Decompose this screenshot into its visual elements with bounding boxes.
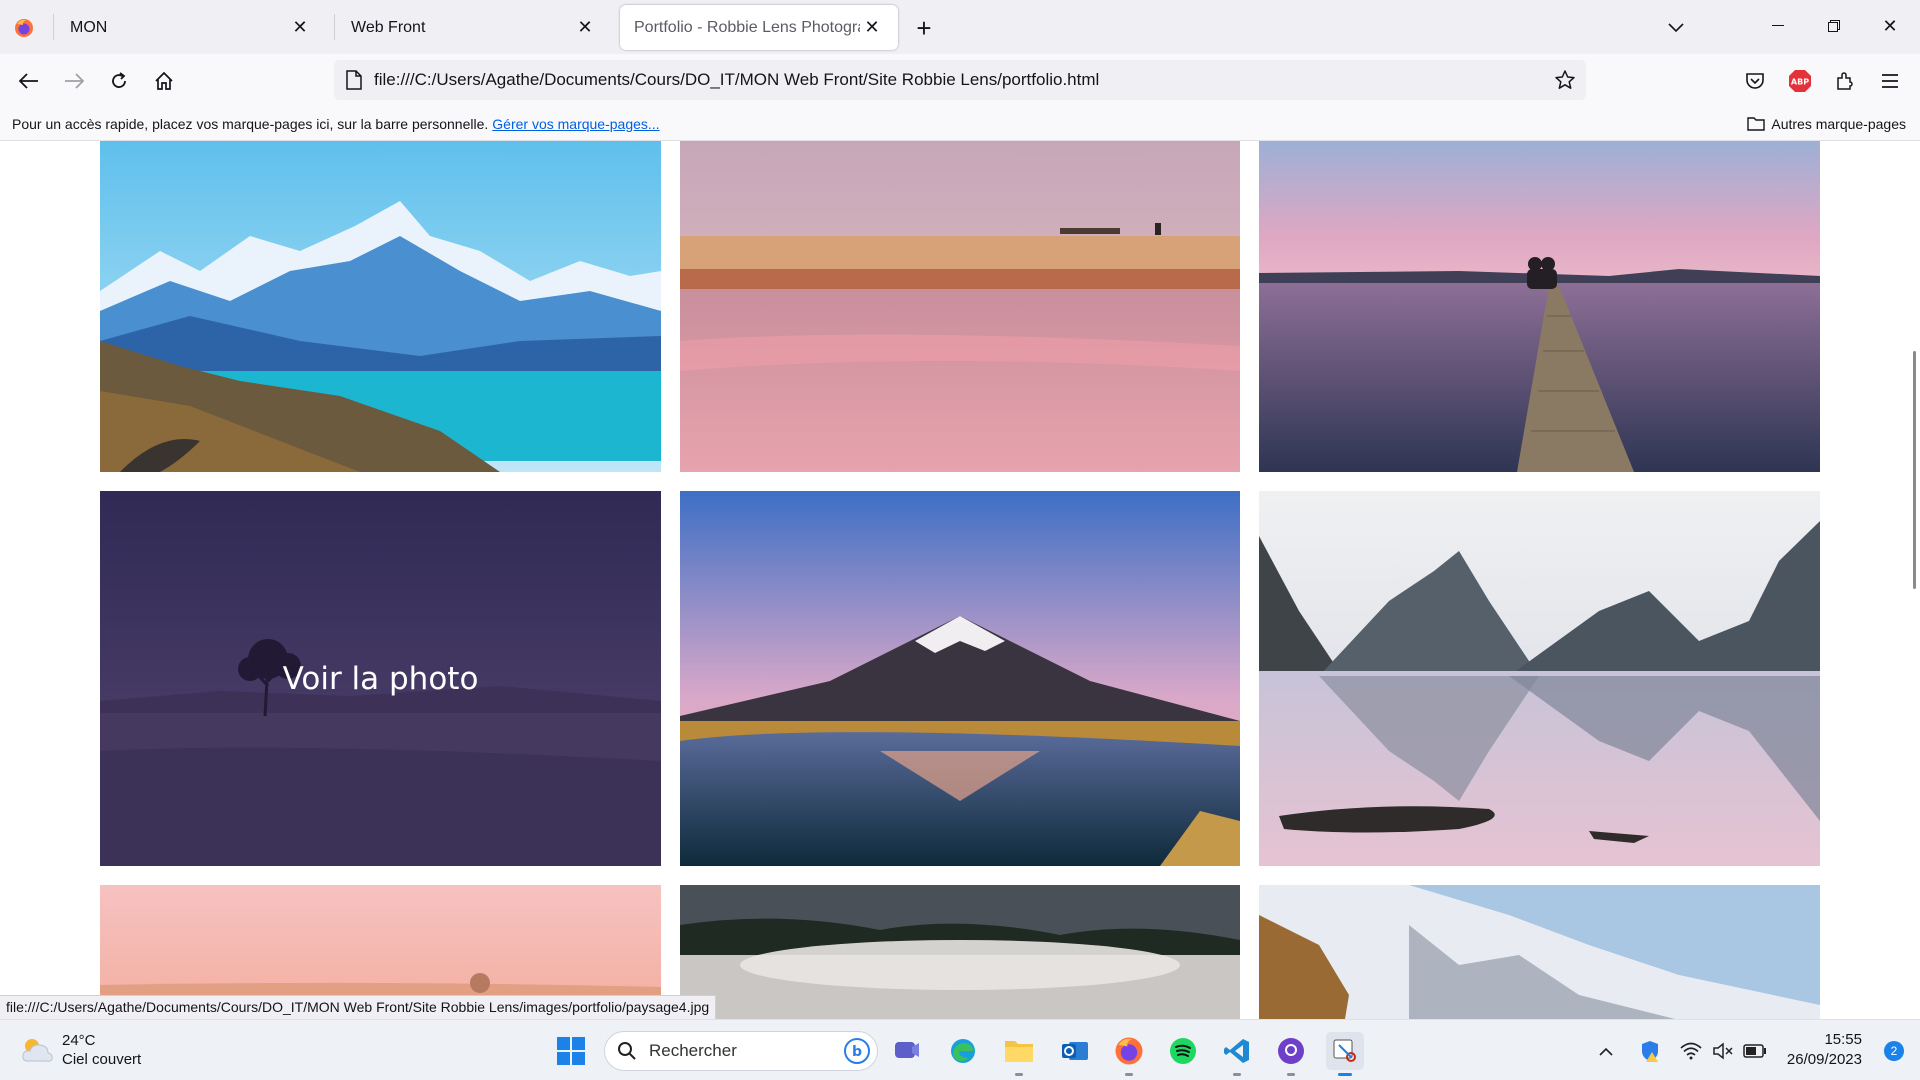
portfolio-photo-3[interactable] [1259, 141, 1820, 472]
github-desktop-icon[interactable] [1272, 1032, 1310, 1076]
close-icon[interactable]: ✕ [288, 16, 312, 40]
bing-icon[interactable]: b [843, 1037, 871, 1065]
other-bookmarks-label: Autres marque-pages [1771, 115, 1906, 132]
tab-label: Portfolio - Robbie Lens Photographe [634, 18, 860, 36]
taskbar-clock[interactable]: 15:55 26/09/2023 [1787, 1030, 1862, 1070]
folder-icon [1747, 117, 1766, 131]
weather-desc: Ciel couvert [62, 1051, 142, 1068]
windows-taskbar: 24°C Ciel couvert Rechercher b 15:55 26/… [0, 1019, 1920, 1080]
firefox-taskbar-icon[interactable] [1110, 1032, 1148, 1076]
show-hidden-icons-chevron-up-icon[interactable] [1592, 1032, 1620, 1070]
search-icon [618, 1042, 636, 1060]
home-icon[interactable] [147, 64, 181, 98]
bookmarks-toolbar: Pour un accès rapide, placez vos marque-… [0, 107, 1920, 141]
svg-text:ABP: ABP [1791, 78, 1809, 87]
navigation-toolbar: file:///C:/Users/Agathe/Documents/Cours/… [0, 54, 1920, 107]
file-explorer-icon[interactable] [1000, 1032, 1038, 1076]
extensions-icon[interactable] [1828, 64, 1862, 98]
tab-list-chevron-down-icon[interactable] [1660, 12, 1692, 44]
tab-portfolio[interactable]: Portfolio - Robbie Lens Photographe ✕ [620, 5, 898, 50]
restore-icon[interactable] [1818, 10, 1850, 42]
firefox-icon[interactable] [10, 14, 38, 42]
adblock-icon[interactable]: ABP [1783, 64, 1817, 98]
scrollbar-thumb[interactable] [1913, 351, 1916, 589]
volume-muted-icon[interactable] [1708, 1032, 1738, 1070]
manage-bookmarks-link[interactable]: Gérer vos marque-pages... [492, 116, 659, 132]
minimize-icon[interactable] [1762, 10, 1794, 42]
menu-icon[interactable] [1873, 64, 1907, 98]
vscode-icon[interactable] [1218, 1032, 1256, 1076]
battery-icon[interactable] [1740, 1032, 1770, 1070]
tab-label: Web Front [351, 18, 426, 36]
portfolio-photo-2[interactable] [680, 141, 1240, 472]
pocket-icon[interactable] [1738, 64, 1772, 98]
edge-icon[interactable] [944, 1032, 982, 1070]
portfolio-photo-1[interactable] [100, 141, 661, 472]
portfolio-photo-4[interactable]: Voir la photo [100, 491, 661, 866]
close-icon[interactable]: ✕ [573, 16, 597, 40]
snipping-tool-icon[interactable] [1326, 1032, 1364, 1076]
url-bar[interactable]: file:///C:/Users/Agathe/Documents/Cours/… [334, 60, 1586, 100]
link-status-bar: file:///C:/Users/Agathe/Documents/Cours/… [0, 995, 717, 1019]
weather-cloud-icon [22, 1039, 53, 1062]
photo-hover-overlay[interactable]: Voir la photo [100, 491, 661, 866]
clock-time: 15:55 [1824, 1031, 1862, 1048]
close-icon[interactable]: ✕ [860, 16, 884, 40]
search-placeholder: Rechercher [649, 1041, 737, 1060]
page-icon [346, 70, 362, 90]
tab-web-front[interactable]: Web Front ✕ [337, 5, 611, 50]
forward-icon[interactable] [57, 64, 91, 98]
portfolio-photo-6[interactable] [1259, 491, 1820, 866]
outlook-icon[interactable] [1056, 1032, 1094, 1070]
tab-strip: MON ✕ Web Front ✕ Portfolio - Robbie Len… [0, 0, 1920, 54]
svg-text:b: b [852, 1044, 862, 1060]
bookmarks-hint: Pour un accès rapide, placez vos marque-… [12, 115, 489, 132]
window-close-icon[interactable]: ✕ [1874, 10, 1906, 42]
clock-date: 26/09/2023 [1786, 1051, 1862, 1068]
other-bookmarks-folder[interactable]: Autres marque-pages [1747, 116, 1906, 132]
star-icon[interactable] [1554, 69, 1576, 91]
reload-icon[interactable] [102, 64, 136, 98]
page-content: Voir la photo [0, 141, 1920, 1019]
weather-temp: 24°C [62, 1032, 96, 1049]
url-text[interactable]: file:///C:/Users/Agathe/Documents/Cours/… [374, 70, 1099, 90]
new-tab-button[interactable]: + [908, 12, 940, 44]
notification-badge[interactable]: 2 [1884, 1041, 1904, 1061]
taskbar-search-input[interactable]: Rechercher b [604, 1031, 878, 1071]
tab-mon[interactable]: MON ✕ [56, 5, 326, 50]
wifi-icon[interactable] [1676, 1032, 1706, 1070]
portfolio-photo-5[interactable] [680, 491, 1240, 866]
start-windows-icon[interactable] [552, 1032, 590, 1070]
teams-chat-icon[interactable] [888, 1032, 926, 1070]
view-photo-caption: Voir la photo [282, 660, 479, 697]
portfolio-photo-9[interactable] [1259, 885, 1820, 1019]
security-shield-icon[interactable] [1636, 1032, 1664, 1070]
tab-label: MON [70, 18, 108, 36]
weather-widget[interactable]: 24°C Ciel couvert [20, 1031, 141, 1069]
portfolio-photo-8[interactable] [680, 885, 1240, 1019]
spotify-icon[interactable] [1164, 1032, 1202, 1070]
back-icon[interactable] [12, 64, 46, 98]
